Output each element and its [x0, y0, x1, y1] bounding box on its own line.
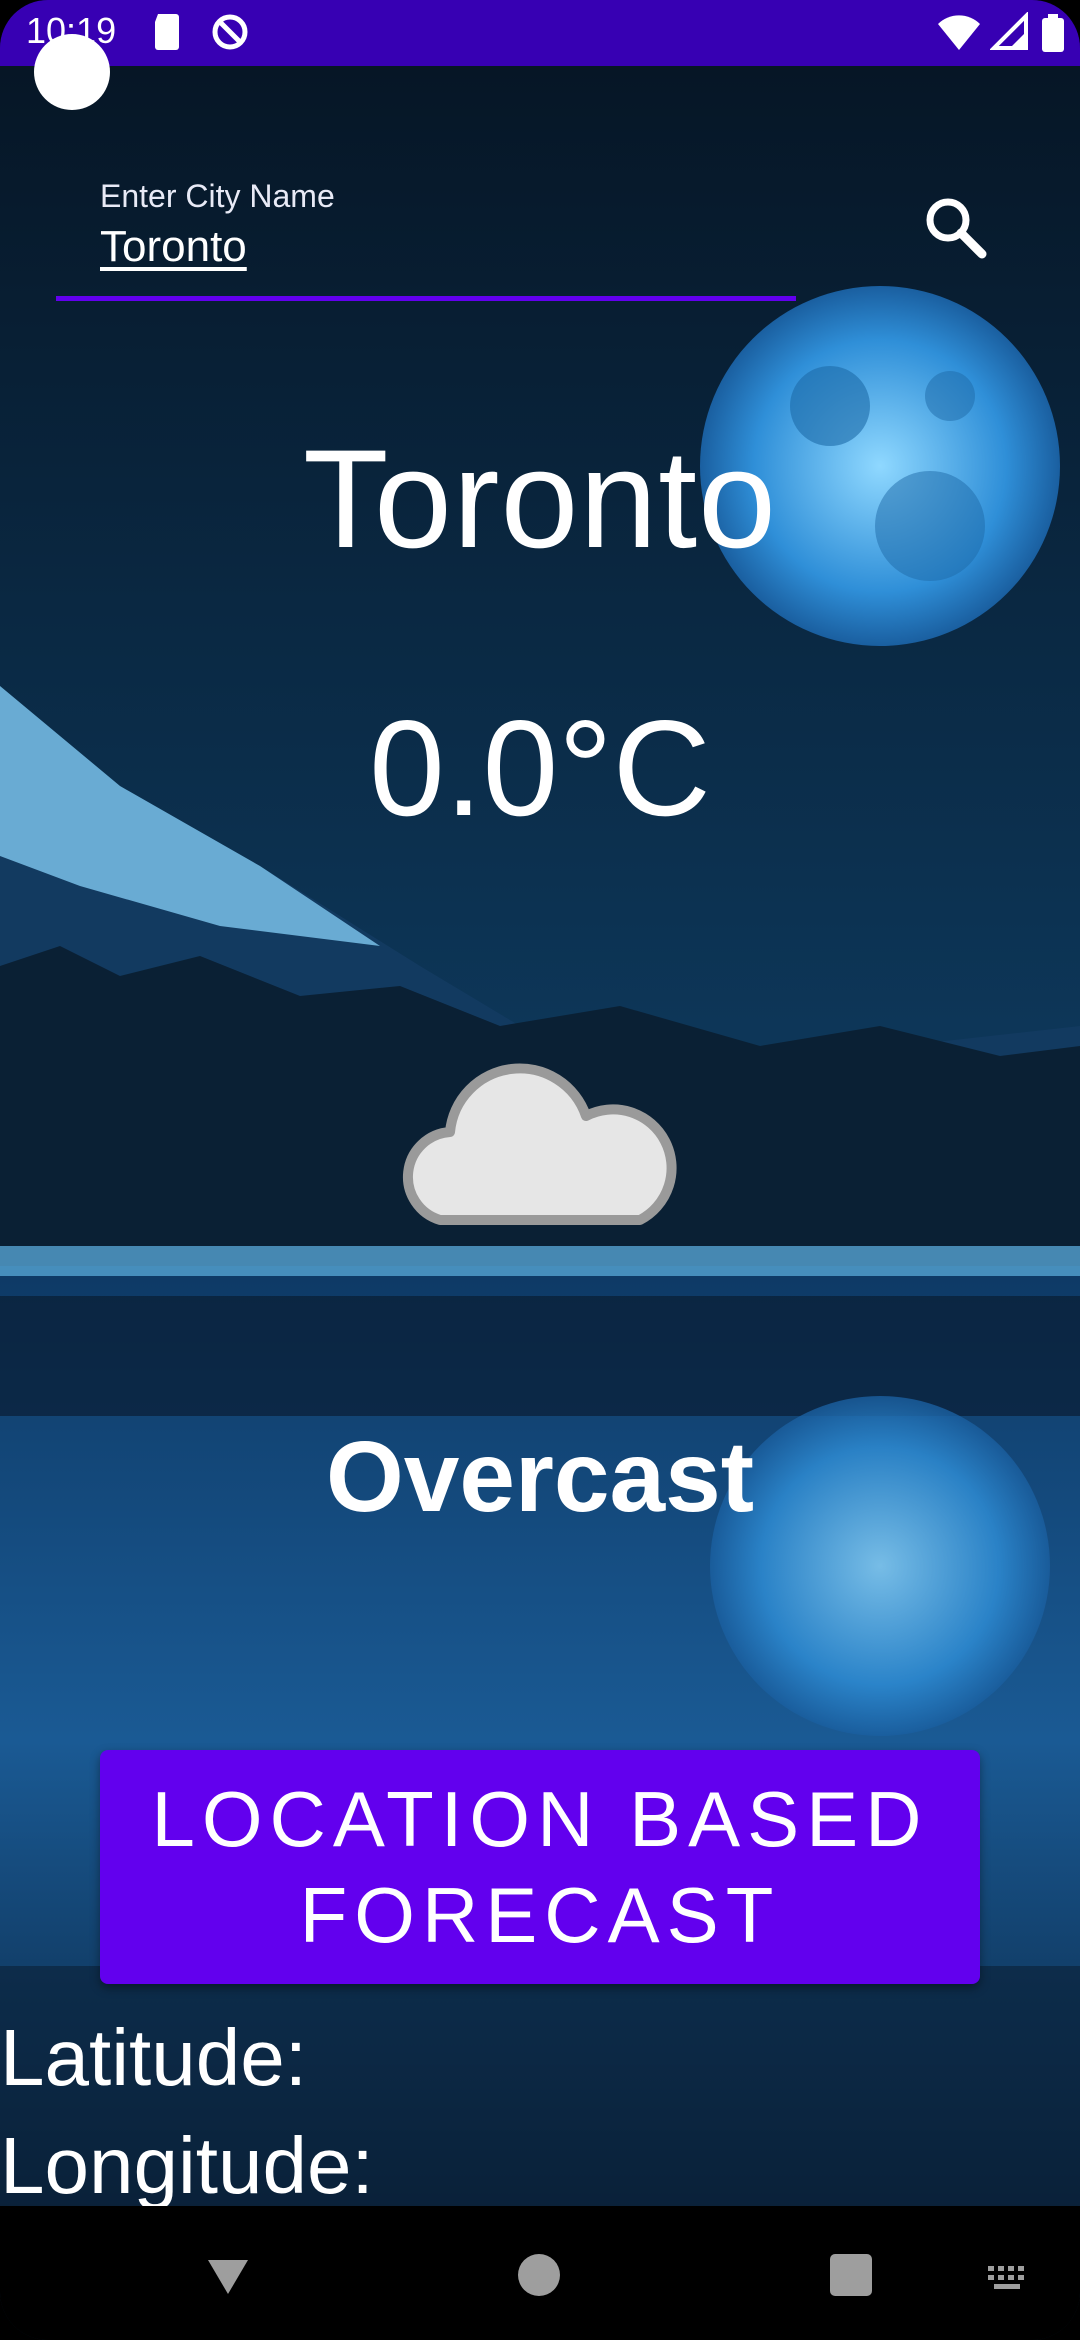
weather-condition: Overcast	[325, 1421, 755, 1533]
city-name: Toronto	[303, 420, 777, 577]
do-not-disturb-icon	[212, 14, 248, 50]
location-button-line2: FORECAST	[299, 1871, 781, 1959]
floating-touch-indicator	[34, 34, 110, 110]
status-bar: 10:19	[0, 0, 1080, 66]
latitude-label: Latitude:	[0, 2013, 307, 2102]
battery-icon	[1042, 14, 1064, 52]
location-based-forecast-button[interactable]: LOCATION BASED FORECAST	[100, 1750, 980, 1984]
cloud-icon	[403, 1063, 677, 1225]
sd-card-icon	[155, 14, 179, 50]
signal-icon	[990, 12, 1028, 50]
longitude-label: Longitude:	[0, 2121, 374, 2210]
wifi-icon	[938, 15, 980, 51]
city-input-value[interactable]: Toronto	[100, 222, 247, 272]
city-input-underline	[56, 296, 796, 301]
keyboard-icon[interactable]	[986, 2264, 1030, 2292]
search-icon[interactable]	[920, 186, 990, 266]
home-icon[interactable]	[518, 2254, 560, 2296]
temperature: 0.0°C	[369, 692, 711, 844]
app-screen: 10:19 Enter City Name Toronto Toronto 0.…	[0, 0, 1080, 2340]
back-icon[interactable]	[204, 2256, 252, 2298]
city-input-label: Enter City Name	[100, 178, 335, 214]
navigation-bar	[0, 2206, 1080, 2340]
recents-icon[interactable]	[830, 2254, 872, 2296]
location-button-line1: LOCATION BASED	[151, 1775, 929, 1863]
